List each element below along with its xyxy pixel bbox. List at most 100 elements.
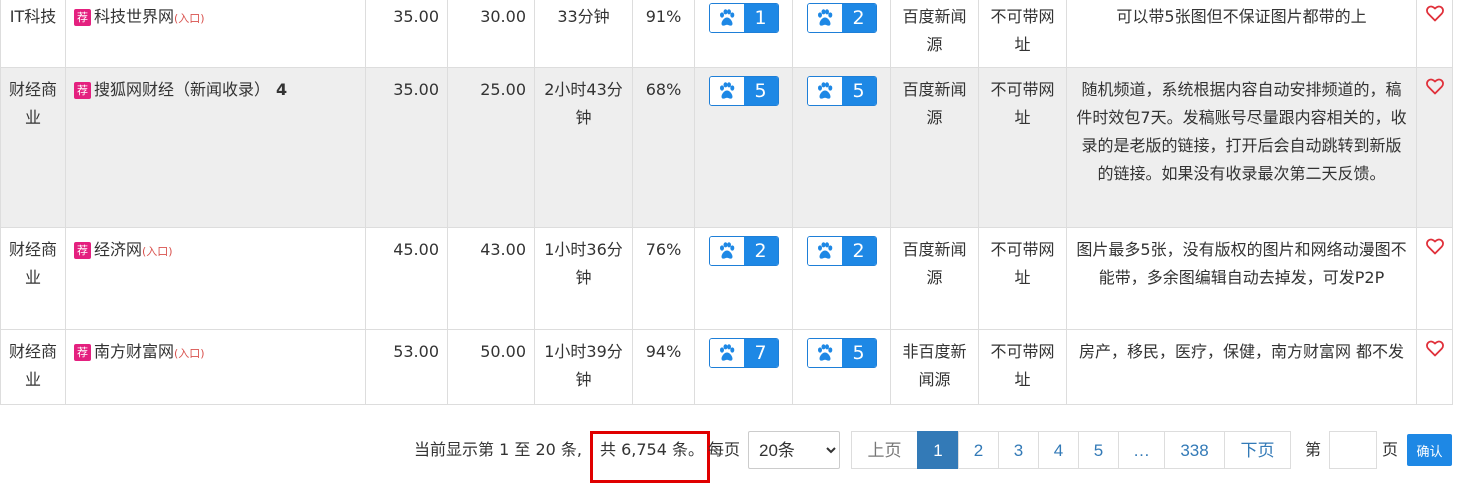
heart-icon[interactable]: [1425, 5, 1444, 22]
favorite-cell: [1416, 329, 1453, 405]
next-page-button[interactable]: 下页: [1224, 431, 1291, 469]
paw-icon: [709, 77, 744, 105]
mobile-weight-value: 5: [841, 77, 876, 105]
note-cell: 房产，移民，医疗，保健，南方财富网 都不发: [1066, 329, 1417, 405]
paw-icon: [807, 77, 842, 105]
baidu-weight-value: 2: [743, 237, 778, 265]
publish-time-value: 1小时39分钟: [544, 342, 623, 389]
media-name-cell: 荐南方财富网(入口): [65, 329, 366, 405]
publish-time-value: 1小时36分钟: [544, 240, 623, 287]
mobile-weight-badge: 5: [806, 76, 877, 106]
link-policy-cell: 不可带网址: [978, 329, 1067, 405]
mobile-weight-value: 2: [841, 4, 876, 32]
confirm-button[interactable]: 确认: [1407, 434, 1452, 466]
note-text: 随机频道，系统根据内容自动安排频道的，稿件时效包7天。发稿账号尽量跟内容相关的，…: [1076, 80, 1407, 183]
member-price-value: 30.00: [480, 7, 526, 26]
baidu-weight-cell: 7: [694, 329, 793, 405]
note-text: 图片最多5张，没有版权的图片和网络动漫图不能带，多余图编辑自动去掉发，可发P2P: [1076, 240, 1407, 287]
category-label: 财经商业: [9, 342, 58, 389]
note-cell: 可以带5张图但不保证图片都带的上: [1066, 0, 1417, 68]
publish-time-cell: 33分钟: [534, 0, 633, 68]
category-cell: 财经商业: [0, 227, 66, 330]
media-name-link[interactable]: 搜狐网财经（新闻收录）: [94, 80, 270, 99]
price-value: 53.00: [393, 342, 439, 361]
success-rate-value: 68%: [645, 80, 682, 99]
media-name-link[interactable]: 经济网: [94, 240, 142, 259]
media-name-link[interactable]: 南方财富网: [94, 342, 174, 361]
category-cell: IT科技: [0, 0, 66, 68]
category-label: IT科技: [9, 7, 57, 26]
heart-icon[interactable]: [1425, 78, 1444, 95]
baidu-weight-badge: 1: [708, 3, 779, 33]
page-button-3[interactable]: 3: [998, 431, 1039, 469]
baidu-weight-badge: 5: [708, 76, 779, 106]
link-policy-value: 不可带网址: [990, 240, 1055, 287]
news-source-cell: 百度新闻源: [890, 67, 979, 228]
recommend-tag: 荐: [74, 242, 91, 259]
page-ellipsis: …: [1118, 431, 1165, 469]
page-button-last[interactable]: 338: [1164, 431, 1225, 469]
paw-icon: [807, 339, 842, 367]
favorite-cell: [1416, 227, 1453, 330]
showing-range-text: 当前显示第 1 至 20 条,: [414, 440, 582, 459]
heart-icon[interactable]: [1425, 340, 1444, 357]
price-value: 45.00: [393, 240, 439, 259]
category-cell: 财经商业: [0, 329, 66, 405]
paw-icon: [709, 339, 744, 367]
goto-label: 第: [1305, 440, 1322, 459]
link-policy-value: 不可带网址: [990, 80, 1055, 127]
member-price-value: 25.00: [480, 80, 526, 99]
page-button-1[interactable]: 1: [917, 431, 959, 469]
note-text: 房产，移民，医疗，保健，南方财富网 都不发: [1078, 342, 1405, 361]
paw-icon: [709, 4, 744, 32]
publish-time-cell: 2小时43分钟: [534, 67, 633, 228]
note-text: 可以带5张图但不保证图片都带的上: [1116, 7, 1367, 26]
news-source-value: 非百度新闻源: [902, 342, 967, 389]
page-button-5[interactable]: 5: [1078, 431, 1119, 469]
entry-link[interactable]: (入口): [174, 347, 205, 360]
mobile-weight-badge: 2: [806, 3, 877, 33]
success-rate-cell: 94%: [632, 329, 695, 405]
baidu-weight-badge: 2: [708, 236, 779, 266]
table-row: IT科技 荐科技世界网(入口) 35.00 30.00 33分钟 91% 1 2…: [0, 0, 1453, 68]
entry-link[interactable]: (入口): [174, 12, 205, 25]
publish-time-value: 33分钟: [557, 7, 610, 26]
publish-time-cell: 1小时39分钟: [534, 329, 633, 405]
paw-icon: [807, 4, 842, 32]
media-name-link[interactable]: 科技世界网: [94, 7, 174, 26]
link-policy-value: 不可带网址: [990, 7, 1055, 54]
price-value: 35.00: [393, 80, 439, 99]
note-cell: 随机频道，系统根据内容自动安排频道的，稿件时效包7天。发稿账号尽量跟内容相关的，…: [1066, 67, 1417, 228]
mobile-weight-cell: 2: [792, 0, 891, 68]
favorite-cell: [1416, 0, 1453, 68]
success-rate-cell: 91%: [632, 0, 695, 68]
mobile-weight-badge: 5: [806, 338, 877, 368]
link-policy-value: 不可带网址: [990, 342, 1055, 389]
price-cell: 35.00: [365, 0, 448, 68]
mobile-weight-badge: 2: [806, 236, 877, 266]
link-policy-cell: 不可带网址: [978, 0, 1067, 68]
table-row: 财经商业 荐南方财富网(入口) 53.00 50.00 1小时39分钟 94% …: [0, 329, 1453, 405]
prev-page-button[interactable]: 上页: [851, 431, 918, 469]
category-label: 财经商业: [9, 80, 58, 127]
mobile-weight-cell: 5: [792, 67, 891, 228]
heart-icon[interactable]: [1425, 238, 1444, 255]
mobile-weight-cell: 2: [792, 227, 891, 330]
baidu-weight-badge: 7: [708, 338, 779, 368]
table-row: 财经商业 荐搜狐网财经（新闻收录） 4 35.00 25.00 2小时43分钟 6…: [0, 67, 1453, 228]
paw-icon: [709, 237, 744, 265]
entry-link[interactable]: (入口): [142, 245, 173, 258]
favorite-cell: [1416, 67, 1453, 228]
category-cell: 财经商业: [0, 67, 66, 228]
per-page-label: 每页: [708, 440, 741, 459]
news-source-cell: 百度新闻源: [890, 227, 979, 330]
link-policy-cell: 不可带网址: [978, 67, 1067, 228]
page-button-4[interactable]: 4: [1038, 431, 1079, 469]
baidu-weight-value: 7: [743, 339, 778, 367]
goto-page-input[interactable]: [1329, 431, 1377, 469]
member-price-value: 43.00: [480, 240, 526, 259]
success-rate-value: 94%: [645, 342, 682, 361]
page-button-2[interactable]: 2: [958, 431, 999, 469]
price-value: 35.00: [393, 7, 439, 26]
page-size-select[interactable]: 20条: [748, 431, 840, 469]
